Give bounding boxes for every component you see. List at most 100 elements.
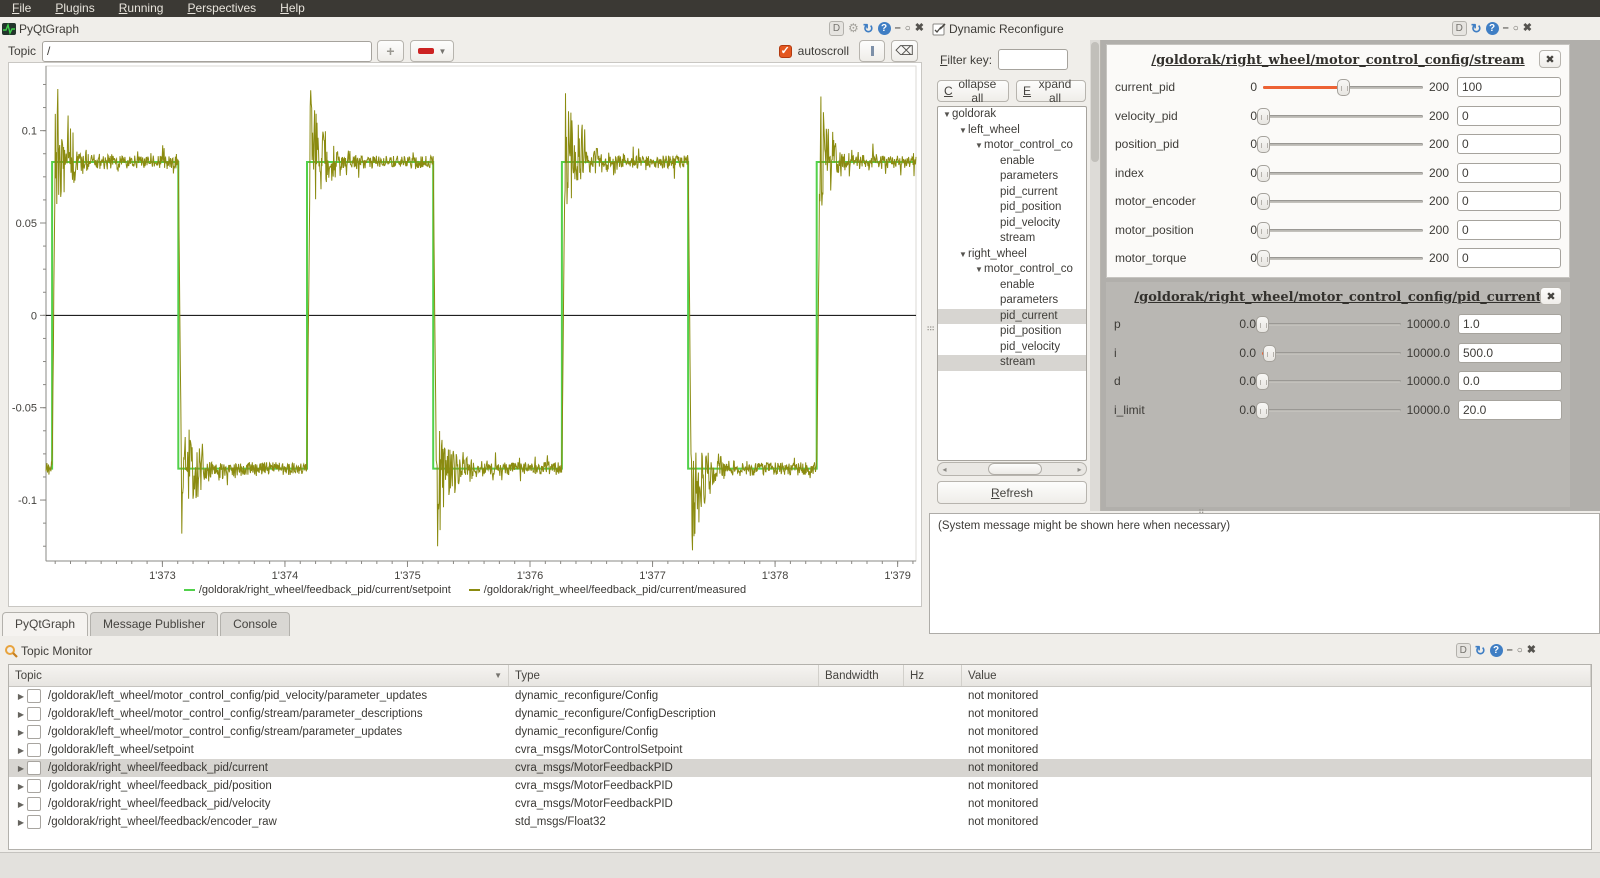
topic-input[interactable]	[42, 40, 373, 62]
slider-handle[interactable]	[1256, 401, 1270, 419]
close-icon[interactable]: ✖	[1527, 644, 1536, 657]
tree-item-left_wheel[interactable]: ▼ left_wheel	[938, 123, 1086, 139]
param-slider[interactable]	[1256, 401, 1401, 419]
add-topic-button[interactable]: +	[377, 40, 405, 62]
scroll-left-icon[interactable]: ◂	[938, 465, 951, 474]
param-value-input[interactable]	[1458, 399, 1562, 420]
tree-item-pid_current[interactable]: pid_current	[938, 185, 1086, 201]
topic-row[interactable]: ▶ /goldorak/right_wheel/feedback_pid/velo…	[9, 795, 1591, 813]
topic-row[interactable]: ▶ /goldorak/right_wheel/feedback_pid/curr…	[9, 759, 1591, 777]
detach-icon[interactable]: D	[1455, 643, 1471, 658]
maximize-icon[interactable]: ○	[1517, 644, 1523, 657]
scroll-right-icon[interactable]: ▸	[1073, 465, 1086, 474]
topic-row[interactable]: ▶ /goldorak/left_wheel/motor_control_conf…	[9, 705, 1591, 723]
detach-icon[interactable]: D	[828, 21, 844, 36]
topic-row[interactable]: ▶ /goldorak/left_wheel/motor_control_conf…	[9, 723, 1591, 741]
minimize-icon[interactable]: –	[1503, 22, 1509, 35]
slider-handle[interactable]	[1257, 136, 1270, 154]
param-value-input[interactable]	[1457, 162, 1561, 183]
param-slider[interactable]	[1256, 372, 1401, 391]
param-slider[interactable]	[1257, 164, 1423, 182]
param-slider[interactable]	[1257, 192, 1423, 211]
slider-handle[interactable]	[1257, 250, 1270, 268]
tree-item-goldorak[interactable]: ▼ goldorak	[938, 107, 1086, 123]
tree-item-motor_control_co[interactable]: ▼ motor_control_co	[938, 262, 1086, 278]
param-slider[interactable]	[1257, 249, 1423, 268]
topic-row[interactable]: ▶ /goldorak/right_wheel/feedback_pid/posi…	[9, 777, 1591, 795]
param-slider[interactable]	[1263, 78, 1423, 97]
expand-row-icon[interactable]: ▶	[15, 800, 27, 809]
topic-row[interactable]: ▶ /goldorak/left_wheel/motor_control_conf…	[9, 687, 1591, 705]
column-header-hz[interactable]: Hz	[904, 665, 962, 686]
expand-row-icon[interactable]: ▶	[15, 710, 27, 719]
menu-help[interactable]: Help	[268, 0, 317, 17]
slider-handle[interactable]	[1257, 107, 1270, 125]
chevron-down-icon[interactable]: ▼	[958, 123, 968, 139]
tab-message-publisher[interactable]: Message Publisher	[90, 612, 219, 636]
plot-canvas[interactable]: 1'373 1'374 1'375 1'376 1'377 1'378 1'379 0.1 0.…	[9, 63, 921, 583]
param-slider[interactable]	[1256, 315, 1401, 334]
param-slider[interactable]	[1262, 344, 1401, 362]
monitor-checkbox[interactable]	[27, 815, 41, 829]
expand-all-button[interactable]: Expand all	[1016, 77, 1086, 105]
chevron-down-icon[interactable]: ▼	[942, 107, 952, 123]
slider-handle[interactable]	[1336, 79, 1350, 97]
tree-item-parameters[interactable]: parameters	[938, 169, 1086, 185]
slider-handle[interactable]	[1257, 221, 1270, 239]
tree-item-stream[interactable]: stream	[938, 231, 1086, 247]
monitor-checkbox[interactable]	[27, 725, 41, 739]
monitor-checkbox[interactable]	[27, 779, 41, 793]
chevron-down-icon[interactable]: ▼	[974, 262, 984, 278]
param-value-input[interactable]	[1457, 219, 1561, 240]
slider-handle[interactable]	[1257, 193, 1270, 211]
column-header-type[interactable]: Type	[509, 665, 819, 686]
maximize-icon[interactable]: ○	[905, 22, 911, 35]
expand-row-icon[interactable]: ▶	[15, 692, 27, 701]
panel-close-button[interactable]: ✖	[1539, 50, 1561, 68]
minimize-icon[interactable]: –	[1507, 644, 1513, 657]
menu-file[interactable]: File	[0, 0, 43, 17]
monitor-checkbox[interactable]	[27, 707, 41, 721]
tree-item-pid_position[interactable]: pid_position	[938, 324, 1086, 340]
param-slider[interactable]	[1257, 221, 1423, 239]
tree-horizontal-scrollbar[interactable]: ◂ ▸	[937, 462, 1087, 476]
scrollbar-thumb[interactable]	[987, 463, 1043, 475]
tree-item-pid_position[interactable]: pid_position	[938, 200, 1086, 216]
help-icon[interactable]: ?	[1485, 22, 1499, 35]
param-value-input[interactable]	[1457, 134, 1561, 155]
tree-item-pid_velocity[interactable]: pid_velocity	[938, 340, 1086, 356]
param-slider[interactable]	[1257, 107, 1423, 125]
close-icon[interactable]: ✖	[1523, 22, 1532, 35]
reload-icon[interactable]: ↻	[863, 22, 874, 35]
column-header-topic[interactable]: Topic ▼	[9, 665, 509, 686]
param-slider[interactable]	[1257, 135, 1423, 154]
tree-item-motor_control_co[interactable]: ▼ motor_control_co	[938, 138, 1086, 154]
tree-item-right_wheel[interactable]: ▼ right_wheel	[938, 247, 1086, 263]
monitor-checkbox[interactable]	[27, 761, 41, 775]
detach-icon[interactable]: D	[1451, 21, 1467, 36]
expand-row-icon[interactable]: ▶	[15, 728, 27, 737]
param-value-input[interactable]	[1458, 371, 1562, 392]
autoscroll-checkbox[interactable]	[778, 44, 792, 58]
help-icon[interactable]: ?	[877, 22, 891, 35]
tree-item-pid_current[interactable]: pid_current	[938, 308, 1086, 324]
column-header-value[interactable]: Value	[962, 665, 1591, 686]
clear-button[interactable]: ⌫	[891, 40, 918, 62]
reload-icon[interactable]: ↻	[1471, 22, 1482, 35]
tree-item-enable[interactable]: enable	[938, 154, 1086, 170]
param-value-input[interactable]	[1457, 248, 1561, 269]
chevron-down-icon[interactable]: ▼	[958, 247, 968, 263]
tree-item-stream[interactable]: stream	[938, 355, 1086, 371]
param-value-input[interactable]	[1458, 342, 1562, 363]
panel-close-button[interactable]: ✖	[1540, 287, 1562, 305]
vertical-splitter-handle[interactable]: ⠿	[925, 325, 935, 334]
topic-row[interactable]: ▶ /goldorak/right_wheel/feedback/encoder_…	[9, 813, 1591, 831]
column-header-bandwidth[interactable]: Bandwidth	[819, 665, 904, 686]
param-value-input[interactable]	[1457, 77, 1561, 98]
close-icon[interactable]: ✖	[915, 22, 924, 35]
param-value-input[interactable]	[1457, 105, 1561, 126]
menu-perspectives[interactable]: Perspectives	[175, 0, 268, 17]
tab-console[interactable]: Console	[220, 612, 291, 636]
tab-pyqtgraph[interactable]: PyQtGraph	[2, 612, 89, 636]
tree-item-enable[interactable]: enable	[938, 278, 1086, 294]
